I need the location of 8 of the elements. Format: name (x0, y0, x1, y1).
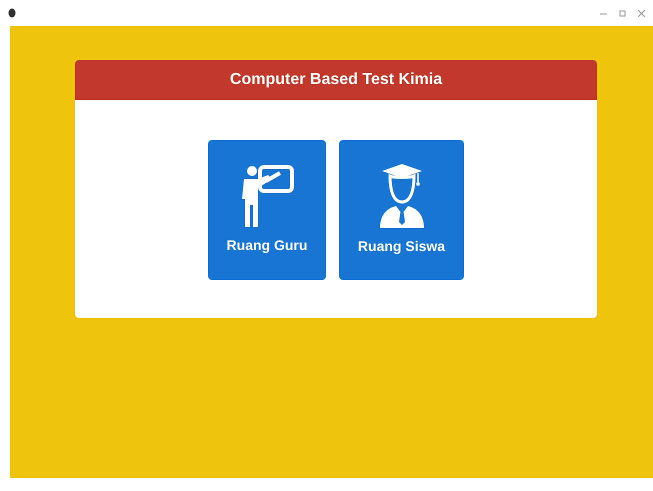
restore-icon[interactable] (619, 10, 626, 16)
close-icon[interactable] (638, 10, 645, 16)
app-icon (8, 8, 16, 18)
graduate-icon (378, 164, 426, 228)
app-title: Computer Based Test Kimia (230, 70, 442, 90)
student-room-button[interactable]: Ruang Siswa (339, 140, 464, 280)
teacher-icon (240, 164, 294, 226)
teacher-room-button[interactable]: Ruang Guru (208, 140, 326, 280)
